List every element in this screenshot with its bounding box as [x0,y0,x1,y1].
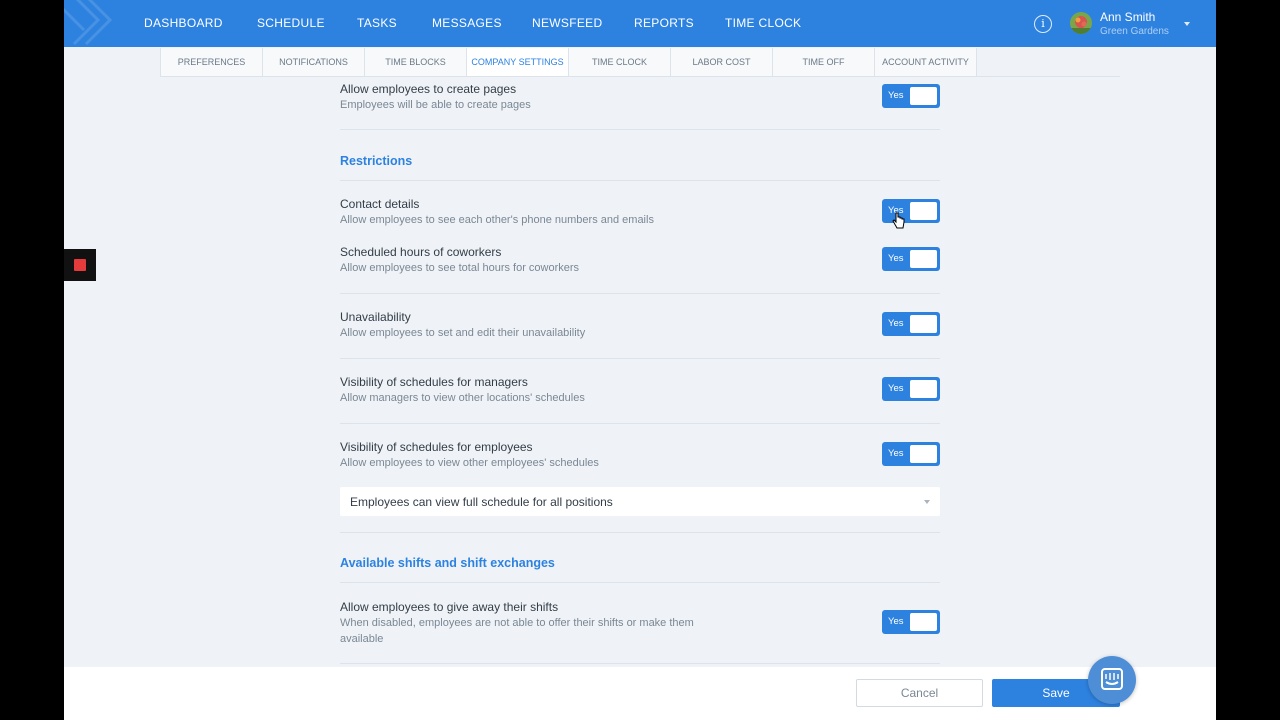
setting-title: Allow employees to give away their shift… [340,600,559,614]
tab-company-settings[interactable]: COMPANY SETTINGS [466,48,569,77]
unavailability-toggle[interactable]: Yes [882,312,940,336]
nav-schedule[interactable]: SCHEDULE [257,16,325,30]
setting-title: Visibility of schedules for employees [340,440,533,454]
divider [340,532,940,533]
section-heading-shifts: Available shifts and shift exchanges [340,556,555,570]
setting-title: Visibility of schedules for managers [340,375,528,389]
toggle-knob [910,87,937,105]
employee-schedule-visibility-toggle[interactable]: Yes [882,442,940,466]
top-navigation: DASHBOARD SCHEDULE TASKS MESSAGES NEWSFE… [64,0,1216,47]
setting-title: Unavailability [340,310,411,324]
setting-description: Allow employees to see each other's phon… [340,214,654,226]
divider [340,423,940,424]
tab-notifications[interactable]: NOTIFICATIONS [262,48,365,77]
schedule-visibility-select[interactable]: Employees can view full schedule for all… [340,487,940,516]
tab-account-activity[interactable]: ACCOUNT ACTIVITY [874,48,977,77]
nav-newsfeed[interactable]: NEWSFEED [532,16,602,30]
section-heading-restrictions: Restrictions [340,154,413,168]
divider [340,180,940,181]
nav-messages[interactable]: MESSAGES [432,16,502,30]
nav-reports[interactable]: REPORTS [634,16,694,30]
tabs-divider [160,76,1120,77]
hand-cursor-icon [892,212,906,235]
setting-title: Contact details [340,197,420,211]
create-pages-toggle[interactable]: Yes [882,84,940,108]
toggle-knob [910,202,937,220]
toggle-knob [910,380,937,398]
toggle-label: Yes [888,253,904,264]
app-window: DASHBOARD SCHEDULE TASKS MESSAGES NEWSFE… [64,0,1216,720]
setting-title: Allow employees to create pages [340,82,517,96]
user-company: Green Gardens [1100,26,1169,37]
chevron-down-icon[interactable] [1184,22,1190,26]
setting-description: Allow employees to view other employees'… [340,457,599,469]
toggle-label: Yes [888,448,904,459]
user-name[interactable]: Ann Smith [1100,10,1155,24]
give-away-shifts-toggle[interactable]: Yes [882,610,940,634]
scheduled-hours-toggle[interactable]: Yes [882,247,940,271]
chat-launcher-icon[interactable] [1088,656,1136,704]
toggle-knob [910,315,937,333]
setting-description: available [340,633,384,645]
chevron-down-icon [924,500,930,504]
nav-time-clock[interactable]: TIME CLOCK [725,16,801,30]
cancel-button[interactable]: Cancel [856,679,983,707]
divider [340,582,940,583]
nav-tasks[interactable]: TASKS [357,16,397,30]
divider [340,293,940,294]
divider [340,358,940,359]
toggle-label: Yes [888,318,904,329]
setting-description: When disabled, employees are not able to… [340,617,694,629]
contact-details-toggle[interactable]: Yes [882,199,940,223]
tab-time-blocks[interactable]: TIME BLOCKS [364,48,467,77]
toggle-knob [910,613,937,631]
tab-preferences[interactable]: PREFERENCES [160,48,263,77]
divider [340,663,940,664]
footer-bar: Cancel Save [64,667,1216,720]
toggle-label: Yes [888,616,904,627]
settings-tabs: PREFERENCES NOTIFICATIONS TIME BLOCKS CO… [160,48,977,77]
setting-description: Allow employees to see total hours for c… [340,262,580,274]
stop-icon [74,259,86,271]
nav-dashboard[interactable]: DASHBOARD [144,16,223,30]
stop-recording-button[interactable] [64,249,96,281]
setting-description: Allow managers to view other locations' … [340,392,585,404]
toggle-knob [910,250,937,268]
tab-time-clock[interactable]: TIME CLOCK [568,48,671,77]
divider [340,129,940,130]
toggle-label: Yes [888,383,904,394]
avatar[interactable] [1070,12,1092,34]
select-value: Employees can view full schedule for all… [350,495,613,509]
setting-description: Employees will be able to create pages [340,99,531,111]
toggle-label: Yes [888,90,904,101]
tab-time-off[interactable]: TIME OFF [772,48,875,77]
tab-labor-cost[interactable]: LABOR COST [670,48,773,77]
toggle-knob [910,445,937,463]
info-icon[interactable]: i [1034,15,1052,33]
setting-title: Scheduled hours of coworkers [340,245,502,259]
manager-schedule-visibility-toggle[interactable]: Yes [882,377,940,401]
logo-icon[interactable] [64,0,120,47]
setting-description: Allow employees to set and edit their un… [340,327,586,339]
